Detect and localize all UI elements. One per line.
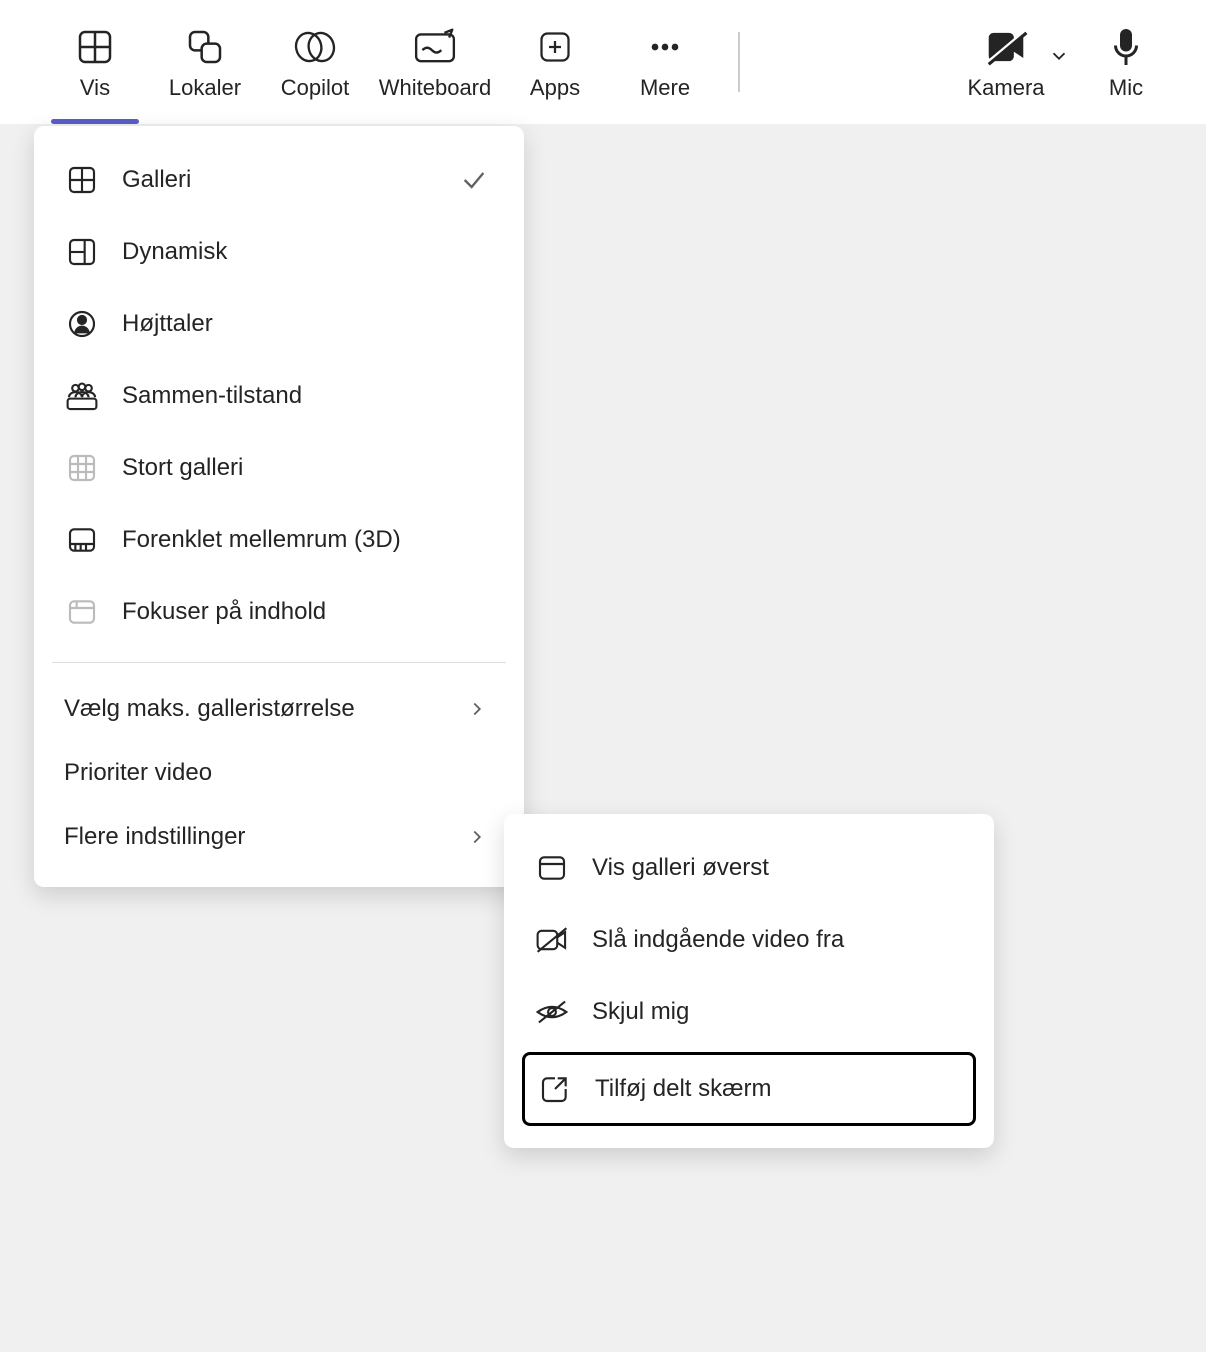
menu-item-speaker[interactable]: Højttaler [34,288,524,360]
menu-item-focus[interactable]: Fokuser på indhold [34,576,524,648]
menu-item-label: Skjul mig [592,998,689,1026]
apps-icon [537,23,573,71]
more-icon [645,23,685,71]
toolbar-divider [738,32,740,92]
menu-item-together[interactable]: Sammen-tilstand [34,360,524,432]
view-menu: Galleri Dynamisk Højttaler Sammen-tilsta… [34,126,524,887]
menu-item-label: Flere indstillinger [64,823,245,851]
hide-me-icon [534,994,570,1030]
toolbar-item-more[interactable]: Mere [610,0,720,124]
mic-icon [1108,23,1144,71]
submenu-item-add-shared-screen[interactable]: Tilføj delt skærm [522,1052,976,1126]
submenu-item-hide-me[interactable]: Skjul mig [504,976,994,1048]
menu-item-label: Sammen-tilstand [122,382,302,410]
toolbar-label: Copilot [281,75,349,101]
whiteboard-icon [413,23,457,71]
menu-item-label: Fokuser på indhold [122,598,326,626]
dynamic-icon [64,234,100,270]
menu-item-prioritize-video[interactable]: Prioriter video [34,741,524,805]
toolbar-right-group: Kamera Mic [956,0,1206,124]
toolbar-label: Kamera [967,75,1044,101]
menu-item-more-settings[interactable]: Flere indstillinger [34,805,524,869]
gallery-icon [64,162,100,198]
menu-divider [52,662,506,663]
toolbar-label: Vis [80,75,110,101]
copilot-icon [293,23,337,71]
menu-item-label: Stort galleri [122,454,243,482]
toolbar-item-view[interactable]: Vis [40,0,150,124]
menu-item-large-gallery[interactable]: Stort galleri [34,432,524,504]
toolbar-item-whiteboard[interactable]: Whiteboard [370,0,500,124]
large-gallery-icon [64,450,100,486]
gallery-top-icon [534,850,570,886]
toolbar-item-copilot[interactable]: Copilot [260,0,370,124]
chevron-right-icon [466,698,488,720]
menu-item-max-gallery-size[interactable]: Vælg maks. galleristørrelse [34,677,524,741]
together-icon [64,378,100,414]
menu-item-gallery[interactable]: Galleri [34,144,524,216]
rooms-icon [185,23,225,71]
menu-item-label: Galleri [122,166,191,194]
menu-item-label: Højttaler [122,310,213,338]
speaker-person-icon [64,306,100,342]
toolbar-label: Lokaler [169,75,241,101]
more-settings-submenu: Vis galleri øverst Slå indgående video f… [504,814,994,1148]
menu-item-3d[interactable]: Forenklet mellemrum (3D) [34,504,524,576]
meeting-toolbar: Vis Lokaler Copilot Whiteboard Apps Mere [0,0,1206,124]
pop-out-icon [537,1071,573,1107]
grid-icon [75,23,115,71]
incoming-video-off-icon [534,922,570,958]
toolbar-label: Whiteboard [379,75,492,101]
menu-item-label: Prioriter video [64,759,212,787]
menu-item-label: Forenklet mellemrum (3D) [122,526,401,554]
toolbar-label: Mic [1109,75,1143,101]
toolbar-label: Apps [530,75,580,101]
menu-item-label: Vælg maks. galleristørrelse [64,695,355,723]
menu-item-label: Vis galleri øverst [592,854,769,882]
camera-off-icon [984,23,1028,71]
focus-content-icon [64,594,100,630]
toolbar-label: Mere [640,75,690,101]
menu-item-label: Slå indgående video fra [592,926,844,954]
toolbar-item-camera[interactable]: Kamera [956,0,1056,124]
menu-item-label: Tilføj delt skærm [595,1075,771,1103]
menu-item-dynamic[interactable]: Dynamisk [34,216,524,288]
chevron-right-icon [466,826,488,848]
immersive-3d-icon [64,522,100,558]
check-icon [460,166,488,194]
toolbar-item-mic[interactable]: Mic [1076,0,1176,124]
toolbar-item-rooms[interactable]: Lokaler [150,0,260,124]
submenu-item-gallery-top[interactable]: Vis galleri øverst [504,832,994,904]
toolbar-item-apps[interactable]: Apps [500,0,610,124]
submenu-item-incoming-video-off[interactable]: Slå indgående video fra [504,904,994,976]
menu-item-label: Dynamisk [122,238,227,266]
